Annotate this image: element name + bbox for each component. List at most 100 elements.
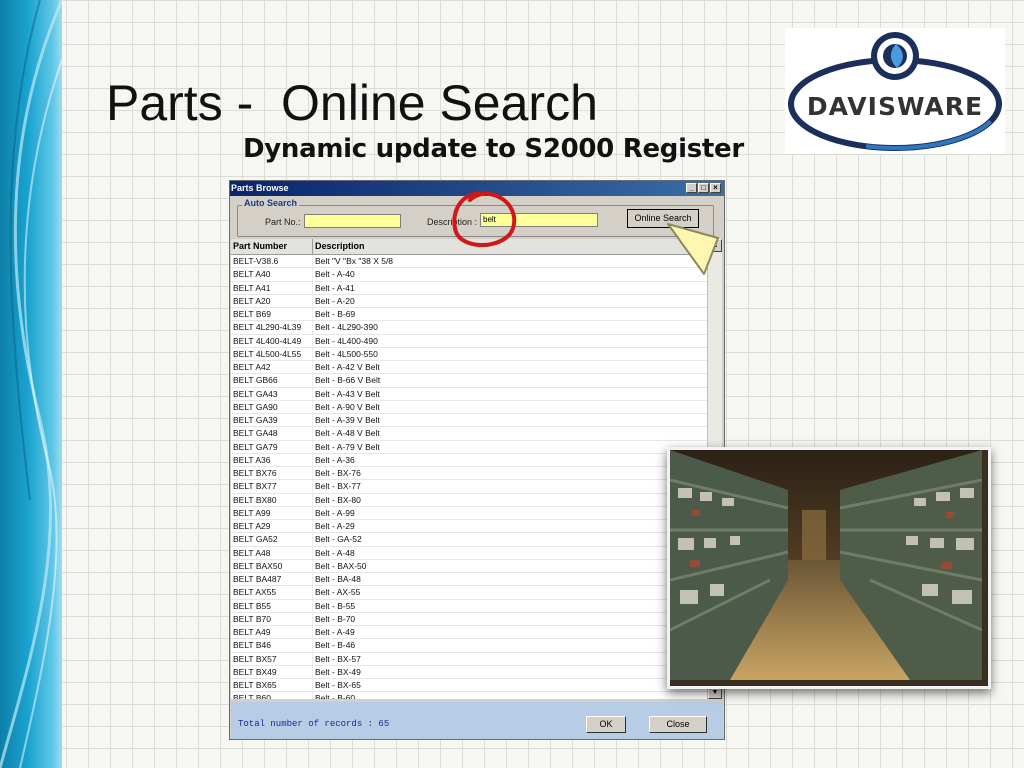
description-cell: Belt - A-40 <box>315 269 355 280</box>
table-row[interactable]: BELT BX76 Belt - BX-76 <box>231 467 707 481</box>
table-row[interactable]: BELT GA39 Belt - A-39 V Belt <box>231 414 707 428</box>
table-row[interactable]: BELT BA487 Belt - BA-48 <box>231 573 707 587</box>
table-row[interactable]: BELT 4L500-4L55 Belt - 4L500-550 <box>231 347 707 361</box>
left-accent-band <box>0 0 62 768</box>
description-cell: Belt - A-43 V Belt <box>315 388 380 399</box>
part-number-cell: BELT A48 <box>231 546 313 559</box>
window-title: Parts Browse <box>231 183 289 193</box>
table-row[interactable]: BELT BX65 Belt - BX-65 <box>231 679 707 693</box>
description-cell: Belt - BX-65 <box>315 680 361 690</box>
table-row[interactable]: BELT GB66 Belt - B-66 V Belt <box>231 374 707 388</box>
table-row[interactable]: BELT GA43 Belt - A-43 V Belt <box>231 387 707 401</box>
table-row[interactable]: BELT B60 Belt - B-60 <box>231 692 707 699</box>
parts-table: Part Number Description BELT-V38.6 Belt "… <box>231 239 707 699</box>
table-row[interactable]: BELT AX55 Belt - AX-55 <box>231 586 707 600</box>
record-count-text: Total number of records : 65 <box>238 719 390 729</box>
part-number-cell: BELT A20 <box>231 294 313 307</box>
description-cell: Belt - B-46 <box>315 640 356 651</box>
table-row[interactable]: BELT GA90 Belt - A-90 V Belt <box>231 400 707 414</box>
part-number-cell: BELT B69 <box>231 308 313 321</box>
description-cell: Belt - B-69 <box>315 309 356 319</box>
table-row[interactable]: BELT B69 Belt - B-69 <box>231 308 707 322</box>
part-number-cell: BELT BX80 <box>231 493 313 506</box>
description-cell: Belt - B-60 <box>315 693 356 699</box>
table-row[interactable]: BELT GA48 Belt - A-48 V Belt <box>231 427 707 441</box>
close-window-button[interactable]: × <box>710 183 721 193</box>
table-row[interactable]: BELT A48 Belt - A-48 <box>231 546 707 560</box>
column-header-part-number[interactable]: Part Number <box>231 239 313 254</box>
description-cell: Belt - A-29 <box>315 521 355 531</box>
description-cell: Belt - B-66 V Belt <box>315 375 381 386</box>
description-cell: Belt "V "Bx "38 X 5/8 <box>315 256 394 266</box>
warehouse-photo <box>667 447 991 689</box>
part-number-cell: BELT BX76 <box>231 467 313 480</box>
ok-button[interactable]: OK <box>586 716 626 733</box>
part-number-cell: BELT GA48 <box>231 427 313 440</box>
table-row[interactable]: BELT A49 Belt - A-49 <box>231 626 707 640</box>
maximize-button[interactable]: □ <box>698 183 709 193</box>
description-cell: Belt - AX-55 <box>315 587 361 598</box>
part-number-cell: BELT GB66 <box>231 374 313 387</box>
davisware-logo: DAVISWARE <box>785 28 1005 154</box>
arrow-pointer-icon <box>667 223 719 275</box>
part-number-cell: BELT BX57 <box>231 652 313 665</box>
part-number-cell: BELT GA52 <box>231 533 313 546</box>
table-row[interactable]: BELT A20 Belt - A-20 <box>231 294 707 308</box>
part-number-cell: BELT BX49 <box>231 665 313 678</box>
table-row[interactable]: BELT BX49 Belt - BX-49 <box>231 665 707 679</box>
close-button[interactable]: Close <box>649 716 707 733</box>
part-number-cell: BELT AX55 <box>231 586 313 599</box>
part-number-cell: BELT BA487 <box>231 573 313 586</box>
part-no-field[interactable] <box>304 214 401 228</box>
part-number-cell: BELT BX65 <box>231 679 313 692</box>
highlight-circle <box>452 191 517 248</box>
table-row[interactable]: BELT B70 Belt - B-70 <box>231 612 707 626</box>
table-row[interactable]: BELT A36 Belt - A-36 <box>231 453 707 467</box>
minimize-button[interactable]: _ <box>686 183 697 193</box>
part-number-cell: BELT-V38.6 <box>231 255 313 268</box>
table-body: BELT-V38.6 Belt "V "Bx "38 X 5/8 BELT A40 B… <box>231 255 707 699</box>
part-number-cell: BELT BX77 <box>231 480 313 493</box>
description-cell: Belt - A-20 <box>315 295 355 306</box>
table-row[interactable]: BELT GA52 Belt - GA-52 <box>231 533 707 547</box>
table-row[interactable]: BELT 4L290-4L39 Belt - 4L290-390 <box>231 321 707 335</box>
table-row[interactable]: BELT A42 Belt - A-42 V Belt <box>231 361 707 375</box>
description-cell: Belt - A-48 V Belt <box>315 428 380 439</box>
description-cell: Belt - A-39 V Belt <box>315 415 380 425</box>
table-row[interactable]: BELT GA79 Belt - A-79 V Belt <box>231 440 707 454</box>
description-cell: Belt - BAX-50 <box>315 560 367 571</box>
part-number-cell: BELT B55 <box>231 599 313 612</box>
slide-subtitle: Dynamic update to S2000 Register <box>243 134 744 164</box>
table-row[interactable]: BELT BX57 Belt - BX-57 <box>231 652 707 666</box>
table-row[interactable]: BELT A29 Belt - A-29 <box>231 520 707 534</box>
part-number-cell: BELT 4L290-4L39 <box>231 321 313 334</box>
part-number-cell: BELT A36 <box>231 453 313 466</box>
part-number-cell: BELT B46 <box>231 639 313 652</box>
description-cell: Belt - BX-76 <box>315 468 361 478</box>
description-cell: Belt - A-36 <box>315 454 355 465</box>
table-row[interactable]: BELT B55 Belt - B-55 <box>231 599 707 613</box>
part-number-cell: BELT A42 <box>231 361 313 374</box>
description-cell: Belt - BX-80 <box>315 494 361 505</box>
table-row[interactable]: BELT 4L400-4L49 Belt - 4L400-490 <box>231 334 707 348</box>
table-row[interactable]: BELT A40 Belt - A-40 <box>231 268 707 282</box>
description-cell: Belt - B-55 <box>315 600 356 611</box>
part-number-cell: BELT A40 <box>231 268 313 281</box>
description-cell: Belt - A-99 <box>315 507 355 518</box>
description-cell: Belt - 4L400-490 <box>315 335 378 346</box>
description-cell: Belt - A-42 V Belt <box>315 362 380 372</box>
description-cell: Belt - 4L290-390 <box>315 322 378 333</box>
description-cell: Belt - BX-49 <box>315 666 361 677</box>
table-row[interactable]: BELT-V38.6 Belt "V "Bx "38 X 5/8 <box>231 255 707 269</box>
table-row[interactable]: BELT BAX50 Belt - BAX-50 <box>231 559 707 573</box>
status-bar: Total number of records : 65 OK Close <box>231 702 723 739</box>
description-cell: Belt - GA-52 <box>315 534 362 545</box>
part-number-cell: BELT GA79 <box>231 440 313 453</box>
part-number-cell: BELT A29 <box>231 520 313 533</box>
table-row[interactable]: BELT B46 Belt - B-46 <box>231 639 707 653</box>
description-cell: Belt - 4L500-550 <box>315 348 378 359</box>
table-row[interactable]: BELT BX77 Belt - BX-77 <box>231 480 707 494</box>
table-row[interactable]: BELT A99 Belt - A-99 <box>231 506 707 520</box>
table-row[interactable]: BELT A41 Belt - A-41 <box>231 281 707 295</box>
table-row[interactable]: BELT BX80 Belt - BX-80 <box>231 493 707 507</box>
